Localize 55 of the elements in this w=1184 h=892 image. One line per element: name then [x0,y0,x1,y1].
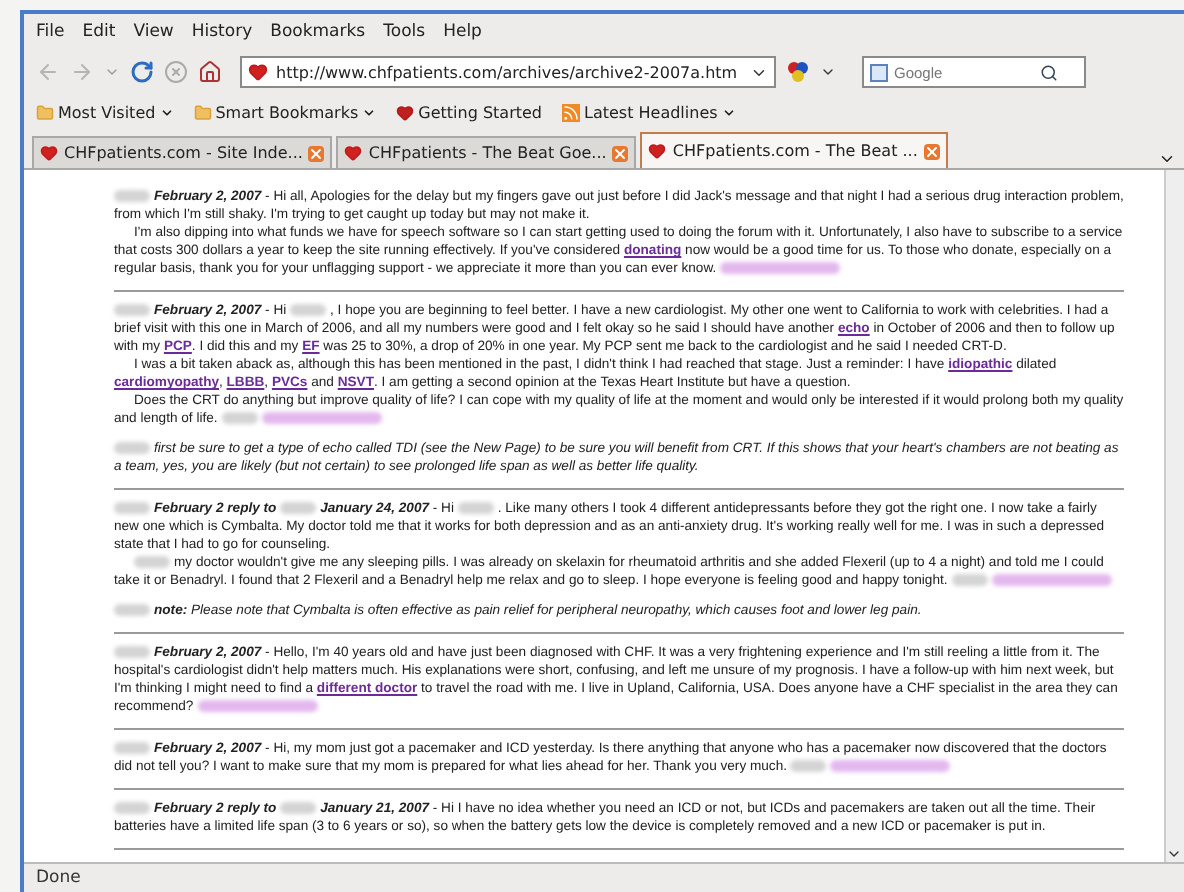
caret-icon [159,106,174,120]
reload-icon[interactable] [130,60,154,84]
caret-icon [362,106,377,120]
browser-tab[interactable]: CHFpatients - The Beat Goe... [336,136,637,168]
menu-item[interactable]: Tools [383,21,426,41]
folder-icon [36,104,54,122]
redacted-name [114,442,150,455]
rss-icon [562,104,580,122]
caret-icon [721,106,736,120]
status-text: Done [36,868,81,888]
heart-icon [40,144,58,162]
redacted-name [114,646,150,659]
redacted-name [114,742,150,755]
menu-item[interactable]: Bookmarks [270,21,366,41]
redacted-name [114,304,150,317]
menu-item[interactable]: File [36,21,65,41]
tab-list-icon[interactable] [1158,150,1176,168]
redacted-name [790,760,827,773]
close-icon[interactable] [923,143,940,159]
menu-item[interactable]: View [133,21,174,41]
redacted-name [457,502,494,515]
redacted-name [951,574,988,587]
menu-item[interactable]: History [191,21,253,41]
url-field[interactable]: http://www.chfpatients.com/archives/archive2-2007a.htm [240,56,776,88]
scroll-down-icon[interactable] [1166,846,1182,862]
redacted-name [114,502,150,515]
home-icon[interactable] [198,60,222,84]
browser-tab[interactable]: CHFpatients.com - Site Inde... [32,136,333,168]
folder-icon [193,104,212,122]
close-icon[interactable] [612,145,629,161]
bookmark-item[interactable]: Getting Started [396,104,542,122]
redacted-name [114,802,150,815]
bookmark-item[interactable]: Smart Bookmarks [193,104,377,122]
heart-icon [248,62,268,82]
redacted-name [134,556,170,569]
redacted-name [280,502,317,515]
menu-item[interactable]: Help [443,21,482,41]
redacted-name [114,604,150,617]
heart-icon [648,142,667,160]
engine-icon [870,63,888,81]
caret-icon[interactable] [820,64,836,80]
menu-item[interactable]: Edit [82,21,116,41]
addon-icon[interactable] [786,60,810,84]
heart-icon [396,104,415,122]
browser-tab[interactable]: CHFpatients.com - The Beat ... [640,132,948,168]
heart-icon [344,144,363,162]
redacted-name [280,802,317,815]
scrollbar[interactable] [1164,170,1184,862]
search-icon[interactable] [1040,63,1058,81]
redacted-name [114,190,150,203]
close-icon[interactable] [308,145,325,161]
bookmark-item[interactable]: Most Visited [36,104,174,122]
redacted-name [290,304,327,317]
redacted-name [221,412,258,425]
bookmark-item[interactable]: Latest Headlines [562,104,736,122]
